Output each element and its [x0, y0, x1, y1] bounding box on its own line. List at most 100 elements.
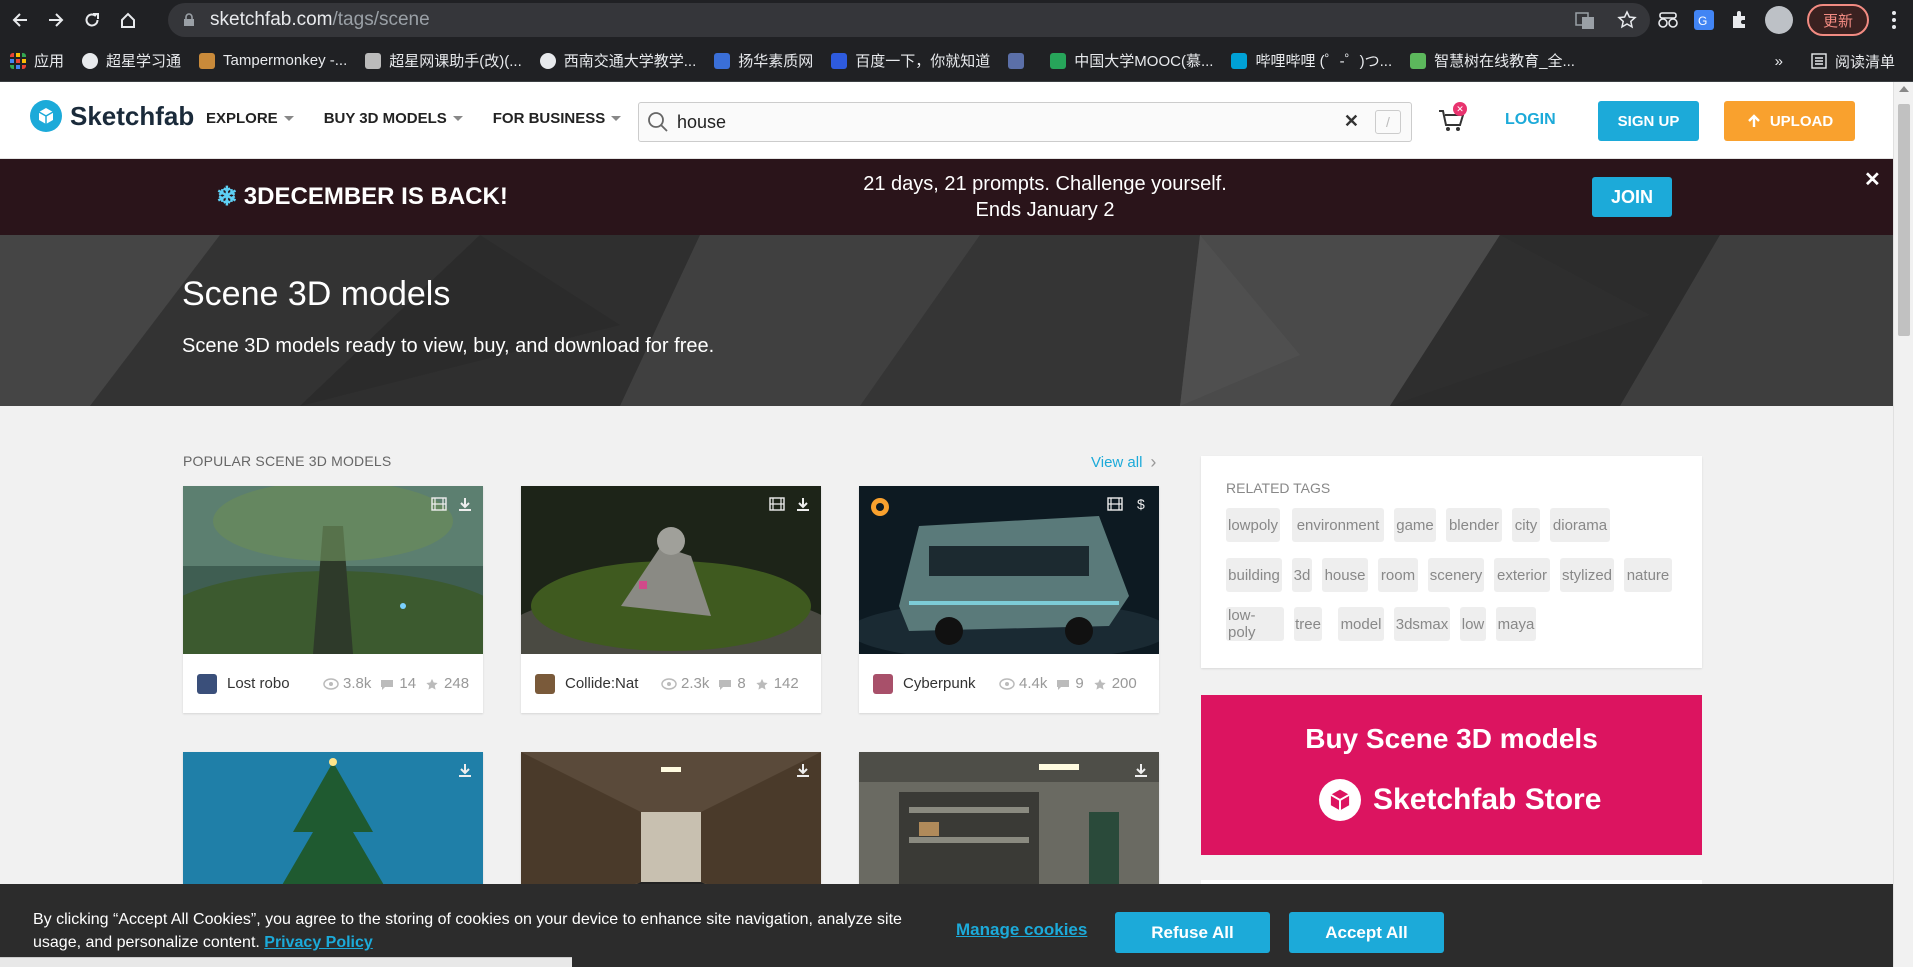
tag-chip[interactable]: stylized	[1560, 558, 1614, 592]
tag-chip[interactable]: diorama	[1550, 508, 1610, 542]
like-count: 142	[754, 675, 799, 692]
translate-extension-icon[interactable]: G	[1693, 9, 1715, 31]
bookmark-yanghua[interactable]: 扬华素质网	[714, 50, 813, 71]
browser-status-bar	[0, 957, 572, 967]
manage-cookies-link[interactable]: Manage cookies	[956, 920, 1087, 940]
bookmark-chaoxing[interactable]: 超星学习通	[82, 50, 181, 71]
tag-chip[interactable]: 3dsmax	[1394, 607, 1450, 641]
tag-chip[interactable]: low-poly	[1226, 607, 1284, 641]
scroll-up-arrow-icon[interactable]	[1899, 86, 1909, 92]
animated-film-icon	[769, 497, 785, 511]
nav-buy-3d-models[interactable]: BUY 3D MODELS	[324, 110, 463, 127]
store-promo-banner[interactable]: Buy Scene 3D models Sketchfab Store	[1201, 695, 1702, 855]
animated-film-icon	[1107, 497, 1123, 511]
comment-count: 8	[717, 675, 746, 692]
model-thumbnail[interactable]	[521, 486, 821, 654]
view-all-link[interactable]: View all ›	[1091, 452, 1156, 473]
profile-avatar[interactable]	[1764, 6, 1793, 34]
bookmark-swjtu[interactable]: 西南交通大学教学...	[539, 50, 696, 71]
login-link[interactable]: LOGIN	[1505, 111, 1556, 129]
nav-for-business[interactable]: FOR BUSINESS	[493, 110, 622, 127]
bilibili-tv-icon	[1231, 52, 1248, 69]
tag-chip[interactable]: blender	[1446, 508, 1502, 542]
translate-icon[interactable]	[1574, 9, 1596, 31]
model-name[interactable]: Collide:Nat	[565, 675, 653, 692]
tag-chip[interactable]: house	[1322, 558, 1368, 592]
upload-button[interactable]: UPLOAD	[1724, 101, 1855, 141]
back-icon[interactable]	[4, 4, 36, 36]
tag-chip[interactable]: 3d	[1292, 558, 1312, 592]
bookmarks-more-button[interactable]: »	[1775, 53, 1783, 70]
incognito-extension-icon[interactable]	[1657, 9, 1679, 31]
chevron-right-icon: ›	[1150, 452, 1157, 472]
tag-chip[interactable]: building	[1226, 558, 1282, 592]
signup-button[interactable]: SIGN UP	[1598, 101, 1699, 141]
forward-icon[interactable]	[40, 4, 72, 36]
privacy-policy-link[interactable]: Privacy Policy	[264, 934, 373, 951]
home-icon[interactable]	[112, 4, 144, 36]
model-thumbnail[interactable]: $	[859, 486, 1159, 654]
bookmark-crest[interactable]	[1008, 52, 1032, 69]
tag-chip[interactable]: game	[1394, 508, 1436, 542]
comment-icon	[719, 679, 732, 690]
nav-explore[interactable]: EXPLORE	[206, 110, 294, 127]
reload-icon[interactable]	[76, 4, 108, 36]
scrollbar-thumb[interactable]	[1898, 104, 1910, 336]
comment-icon	[1057, 679, 1070, 690]
star-icon[interactable]	[1616, 9, 1638, 31]
cookie-text: By clicking “Accept All Cookies”, you ag…	[33, 911, 902, 951]
page-scrollbar[interactable]	[1893, 82, 1913, 967]
tag-chip[interactable]: low	[1460, 607, 1486, 641]
extensions-puzzle-icon[interactable]	[1729, 9, 1751, 31]
model-card[interactable]: Collide:Nat 2.3k 8 142	[521, 486, 821, 713]
accept-all-button[interactable]: Accept All	[1289, 912, 1444, 953]
bookmark-bilibili[interactable]: 哔哩哔哩 (゜-゜)つ...	[1231, 50, 1392, 71]
comment-icon	[381, 679, 394, 690]
model-name[interactable]: Lost robo	[227, 675, 315, 692]
download-icon	[459, 764, 471, 777]
tag-chip[interactable]: scenery	[1428, 558, 1484, 592]
model-name[interactable]: Cyberpunk	[903, 675, 991, 692]
bookmark-baidu[interactable]: 百度一下，你就知道	[831, 50, 990, 71]
bookmark-tampermonkey[interactable]: Tampermonkey -...	[199, 52, 347, 69]
close-banner-icon[interactable]: ✕	[1864, 167, 1881, 192]
chevron-down-icon	[452, 116, 463, 121]
update-button[interactable]: 更新	[1806, 4, 1869, 36]
model-thumbnail[interactable]	[183, 486, 483, 654]
tag-chip[interactable]: room	[1378, 558, 1418, 592]
url-text: sketchfab.com/tags/scene	[210, 9, 430, 30]
tag-chip[interactable]: lowpoly	[1226, 508, 1280, 542]
svg-text:G: G	[1698, 14, 1707, 28]
tag-chip[interactable]: model	[1338, 607, 1384, 641]
bookmark-helper[interactable]: 超星网课助手(改)(...	[365, 50, 522, 71]
sketchfab-logo-icon	[30, 100, 62, 132]
snowflake-icon: ❄	[216, 181, 238, 211]
author-avatar[interactable]	[197, 673, 217, 694]
bookmark-mooc[interactable]: 中国大学MOOC(慕...	[1050, 50, 1213, 71]
clear-search-icon[interactable]: ✕	[1344, 111, 1359, 132]
refuse-all-button[interactable]: Refuse All	[1115, 912, 1270, 953]
model-card[interactable]: $ Cyberpunk 4.4k 9 200	[859, 486, 1159, 713]
join-button[interactable]: JOIN	[1592, 177, 1672, 217]
tag-chip[interactable]: maya	[1496, 607, 1536, 641]
tag-chip[interactable]: environment	[1292, 508, 1384, 542]
bookmark-apps[interactable]: 应用	[10, 50, 64, 71]
reading-list-button[interactable]: 阅读清单	[1811, 51, 1895, 72]
tag-chip[interactable]: exterior	[1494, 558, 1550, 592]
search-input[interactable]	[677, 111, 1327, 133]
page-title: Scene 3D models	[182, 275, 451, 313]
globe-icon	[539, 52, 556, 69]
tag-chip[interactable]: nature	[1624, 558, 1672, 592]
model-card[interactable]: Lost robo 3.8k 14 248	[183, 486, 483, 713]
author-avatar[interactable]	[873, 673, 893, 694]
eye-icon	[323, 677, 339, 690]
bookmark-zhihuishu[interactable]: 智慧树在线教育_全...	[1410, 50, 1575, 71]
tag-chip[interactable]: tree	[1294, 607, 1322, 641]
page-subtitle: Scene 3D models ready to view, buy, and …	[182, 335, 715, 357]
cart-badge: ✕	[1453, 102, 1467, 116]
tag-chip[interactable]: city	[1512, 508, 1540, 542]
address-bar[interactable]: sketchfab.com/tags/scene	[168, 3, 1650, 37]
menu-dots-icon[interactable]	[1883, 9, 1905, 31]
sketchfab-logo[interactable]: Sketchfab	[30, 100, 194, 132]
author-avatar[interactable]	[535, 673, 555, 694]
